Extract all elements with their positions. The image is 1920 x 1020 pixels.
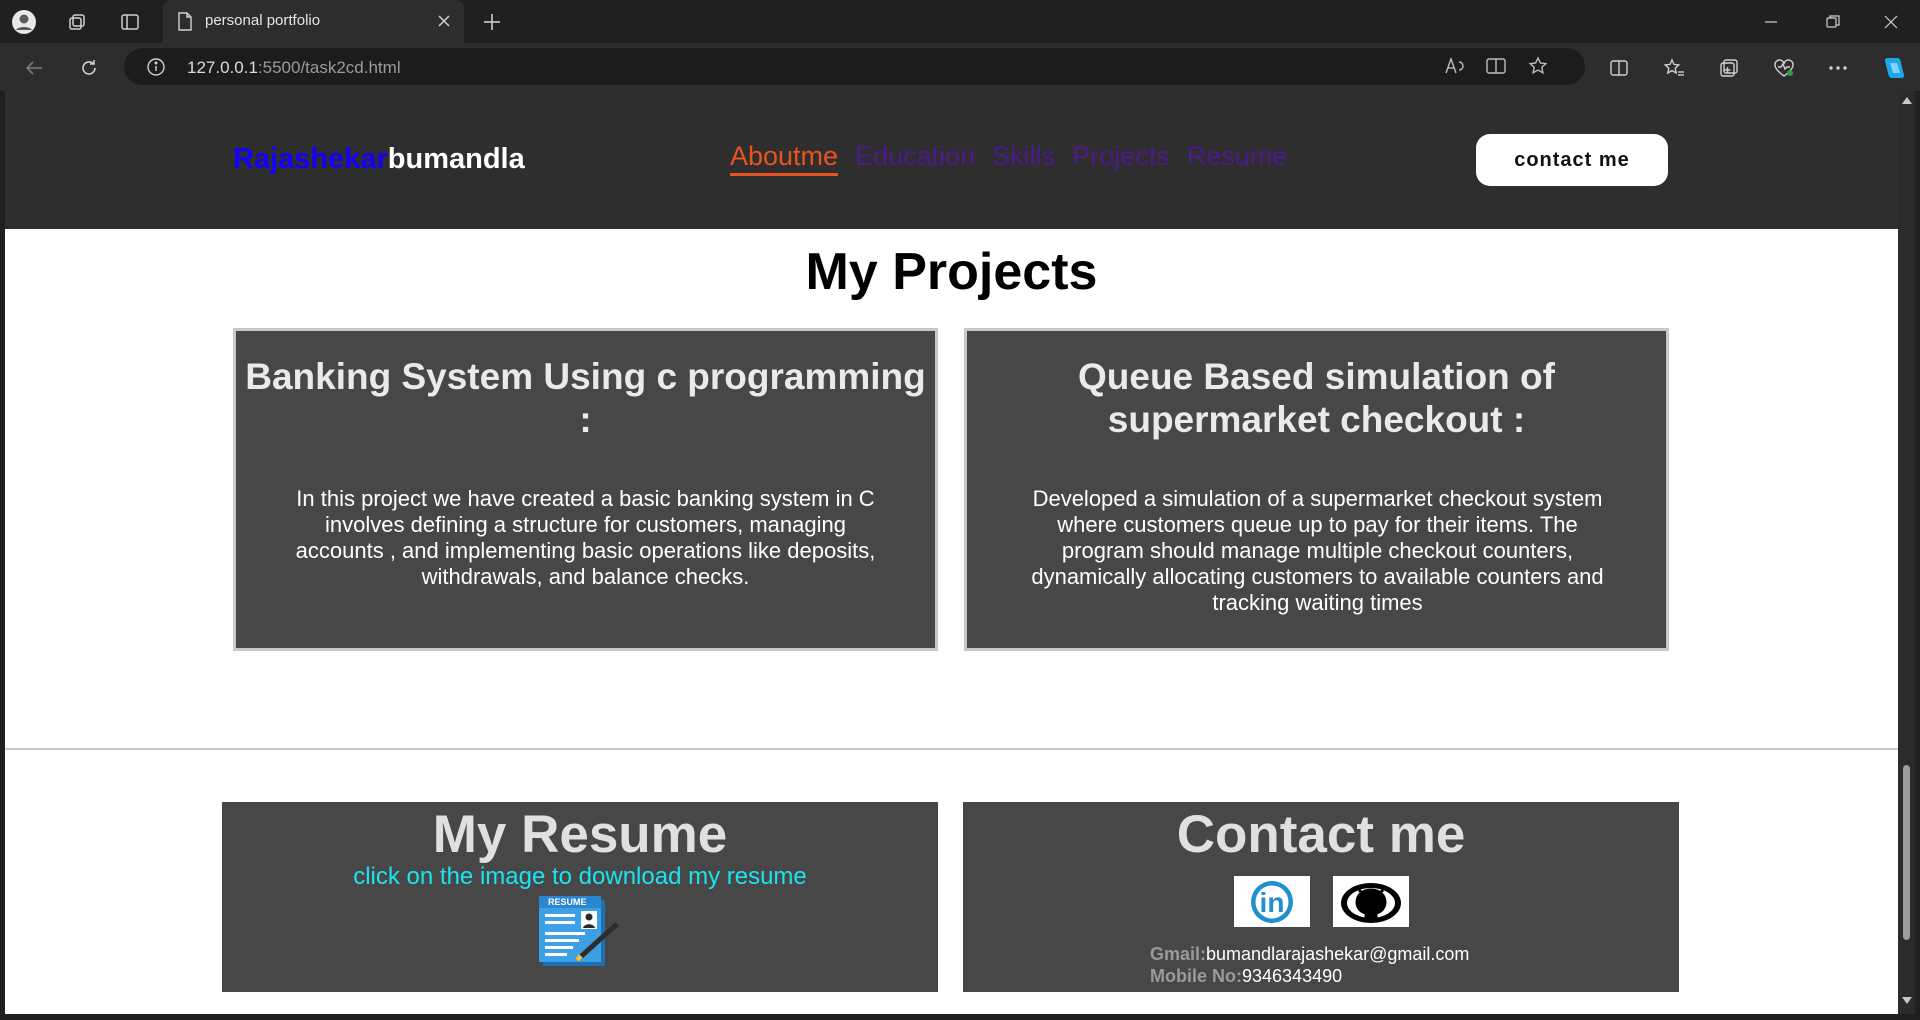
browser-essentials-icon[interactable]	[1768, 52, 1800, 84]
mobile-row: Mobile No:9346343490	[1150, 966, 1343, 986]
gmail-value: bumandlarajashekar@gmail.com	[1206, 944, 1470, 964]
contact-heading: Contact me	[1176, 805, 1466, 864]
nav-link-resume[interactable]: Resume	[1187, 141, 1288, 176]
logo-first-name: Rajashekar	[233, 143, 388, 175]
scroll-up-arrow-icon[interactable]	[1902, 97, 1912, 104]
vertical-scrollbar[interactable]	[1898, 91, 1915, 1014]
resume-section: My Resume click on the image to download…	[222, 802, 938, 992]
project-card-queue: Queue Based simulation of supermarket ch…	[964, 328, 1669, 651]
page-icon	[177, 12, 193, 36]
project-title: Queue Based simulation of supermarket ch…	[1078, 356, 1555, 440]
contact-details: Gmail:bumandlarajashekar@gmail.com Mobil…	[1150, 943, 1469, 987]
url-text: 127.0.0.1:5500/task2cd.html	[187, 58, 401, 77]
nav-link-skills[interactable]: Skills	[992, 141, 1055, 176]
scrollbar-thumb[interactable]	[1903, 765, 1910, 940]
split-screen-icon[interactable]	[1603, 52, 1635, 84]
page-viewport: Rajashekarbumandla Aboutme Education Ski…	[5, 91, 1898, 1014]
mobile-value: 9346343490	[1242, 966, 1343, 986]
read-aloud-icon[interactable]	[1439, 50, 1471, 82]
site-header: Rajashekarbumandla Aboutme Education Ski…	[5, 91, 1898, 229]
linkedin-icon[interactable]: in	[1234, 876, 1310, 927]
main-nav: Aboutme Education Skills Projects Resume	[730, 141, 1287, 176]
copilot-icon[interactable]	[1877, 52, 1909, 84]
logo-last-name: bumandla	[387, 143, 525, 175]
tab-personal-portfolio[interactable]: personal portfolio	[163, 0, 464, 43]
minimize-icon[interactable]	[1756, 7, 1786, 37]
favorites-icon[interactable]	[1658, 52, 1690, 84]
browser-tab-bar: personal portfolio	[0, 0, 1920, 43]
section-divider	[5, 748, 1898, 750]
immersive-reader-icon[interactable]	[1480, 50, 1512, 82]
resume-heading: My Resume	[432, 805, 728, 864]
project-description: Developed a simulation of a supermarket …	[1031, 486, 1604, 615]
contact-section: Contact me in Gmail:bumandlarajashekar@g…	[963, 802, 1679, 992]
close-tab-icon[interactable]	[433, 10, 455, 32]
close-window-icon[interactable]	[1876, 7, 1906, 37]
tab-title: personal portfolio	[205, 12, 321, 29]
collections-icon[interactable]	[1713, 52, 1745, 84]
workspaces-icon[interactable]	[63, 8, 91, 36]
contact-me-button[interactable]: contact me	[1476, 134, 1668, 186]
scroll-down-arrow-icon[interactable]	[1902, 997, 1912, 1004]
github-icon[interactable]	[1333, 876, 1409, 927]
tab-actions-icon[interactable]	[116, 8, 144, 36]
browser-toolbar: 127.0.0.1:5500/task2cd.html	[0, 43, 1920, 91]
project-card-banking: Banking System Using c programming : In …	[233, 328, 938, 651]
gmail-row: Gmail:bumandlarajashekar@gmail.com	[1150, 944, 1470, 964]
refresh-icon[interactable]	[73, 52, 105, 84]
more-options-icon[interactable]	[1822, 52, 1854, 84]
resume-document-icon[interactable]: RESUME	[535, 894, 621, 973]
svg-text:in: in	[1260, 887, 1285, 918]
favorite-star-icon[interactable]	[1522, 50, 1554, 82]
resume-download-text: click on the image to download my resume	[353, 863, 807, 890]
back-icon[interactable]	[18, 52, 50, 84]
nav-link-aboutme[interactable]: Aboutme	[730, 141, 839, 176]
site-logo: Rajashekarbumandla	[233, 143, 525, 176]
project-title: Banking System Using c programming :	[245, 356, 926, 440]
nav-link-projects[interactable]: Projects	[1072, 141, 1170, 176]
nav-link-education[interactable]: Education	[855, 141, 975, 176]
restore-icon[interactable]	[1818, 7, 1848, 37]
projects-heading: My Projects	[805, 243, 1098, 301]
profile-icon[interactable]	[10, 8, 38, 36]
site-info-icon[interactable]	[146, 57, 166, 82]
new-tab-icon[interactable]	[478, 8, 506, 36]
project-description: In this project we have created a basic …	[295, 486, 876, 589]
resume-image-label: RESUME	[548, 897, 587, 907]
address-bar[interactable]: 127.0.0.1:5500/task2cd.html	[124, 48, 1585, 85]
